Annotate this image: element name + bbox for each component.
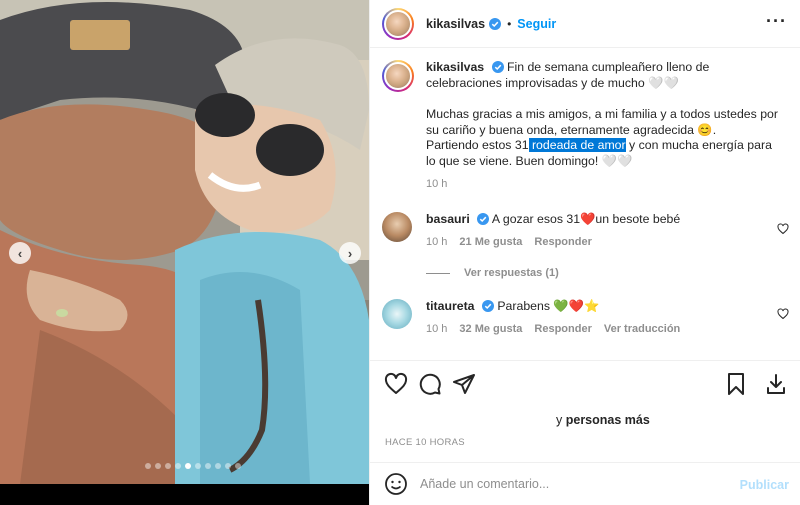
- caption-text: kikasilvas Fin de semana cumpleañero lle…: [426, 60, 781, 193]
- like-comment-heart-icon[interactable]: [777, 308, 789, 320]
- verified-badge-icon: [481, 300, 494, 312]
- comment-likes[interactable]: 21 Me gusta: [459, 235, 522, 251]
- carousel-dot: [205, 463, 211, 469]
- comment-username[interactable]: titaureta: [426, 299, 475, 313]
- comment-meta: 10 h 21 Me gusta Responder: [426, 235, 781, 251]
- carousel-dot: [185, 463, 191, 469]
- header-separator: •: [507, 16, 512, 31]
- commenter-avatar[interactable]: [382, 299, 412, 329]
- caption-line-2: Muchas gracias a mis amigos, a mi famili…: [426, 107, 778, 137]
- caption-block: kikasilvas Fin de semana cumpleañero lle…: [382, 60, 781, 193]
- chevron-left-icon: ‹: [17, 245, 23, 261]
- carousel-dot: [155, 463, 161, 469]
- comments-section: kikasilvas Fin de semana cumpleañero lle…: [370, 48, 800, 360]
- carousel-indicator: [145, 463, 241, 469]
- heart-emoji: ❤️: [580, 212, 596, 226]
- post-photo[interactable]: [0, 0, 369, 484]
- post-media: ‹ ›: [0, 0, 369, 505]
- hearts-star-emoji: 💚❤️⭐: [553, 299, 600, 313]
- post-actions: y personas más HACE 10 HORAS: [370, 360, 800, 460]
- carousel-prev-button[interactable]: ‹: [9, 242, 31, 264]
- view-replies-button[interactable]: Ver respuestas (1): [426, 267, 559, 279]
- post-timestamp: HACE 10 HORAS: [385, 437, 465, 448]
- caption-avatar[interactable]: [382, 60, 414, 92]
- comment-time: 10 h: [426, 322, 448, 335]
- comment-username[interactable]: basauri: [426, 212, 470, 226]
- post-header: kikasilvas • Seguir ···: [370, 0, 800, 48]
- instagram-post: ‹ › kikasilvas • Seguir ··· kikasilvas F…: [0, 0, 800, 505]
- author-avatar[interactable]: [382, 7, 414, 40]
- reply-button[interactable]: Responder: [534, 322, 591, 338]
- save-bookmark-icon[interactable]: [724, 372, 748, 396]
- comment-item: titaureta Parabens 💚❤️⭐ 10 h 32 Me gusta…: [382, 299, 781, 337]
- comment-text: titaureta Parabens 💚❤️⭐ 10 h 32 Me gusta…: [426, 299, 781, 337]
- more-options-icon[interactable]: ···: [766, 12, 787, 30]
- verified-badge-icon: [489, 17, 502, 30]
- carousel-dot: [195, 463, 201, 469]
- reply-button[interactable]: Responder: [534, 235, 591, 251]
- caption-meta: 10 h: [426, 177, 781, 193]
- share-paper-plane-icon[interactable]: [452, 372, 476, 396]
- carousel-dot: [225, 463, 231, 469]
- like-heart-icon[interactable]: [384, 372, 408, 396]
- carousel-dot: [145, 463, 151, 469]
- verified-badge-icon: [477, 213, 490, 225]
- emoji-picker-icon[interactable]: [384, 472, 408, 496]
- author-username[interactable]: kikasilvas: [426, 17, 485, 31]
- comment-input[interactable]: [420, 477, 720, 491]
- comment-bubble-icon[interactable]: [418, 372, 442, 396]
- caption-username[interactable]: kikasilvas: [426, 60, 484, 74]
- selected-text: rodeada de amor: [528, 138, 626, 152]
- carousel-dot: [165, 463, 171, 469]
- chevron-right-icon: ›: [347, 245, 353, 261]
- see-translation-button[interactable]: Ver traducción: [604, 322, 680, 338]
- comment-likes[interactable]: 32 Me gusta: [459, 322, 522, 338]
- carousel-dot: [175, 463, 181, 469]
- carousel-next-button[interactable]: ›: [339, 242, 361, 264]
- replies-divider: [426, 272, 450, 274]
- carousel-dot: [215, 463, 221, 469]
- caption-time: 10 h: [426, 178, 448, 190]
- commenter-avatar[interactable]: [382, 212, 412, 242]
- publish-button[interactable]: Publicar: [740, 478, 789, 492]
- comment-text: basauri A gozar esos 31❤️un besote bebé …: [426, 212, 781, 250]
- carousel-dot: [235, 463, 241, 469]
- comment-item: basauri A gozar esos 31❤️un besote bebé …: [382, 212, 781, 250]
- post-sidebar: kikasilvas • Seguir ··· kikasilvas Fin d…: [369, 0, 800, 505]
- caption-line-3: Partiendo estos 31 rodeada de amor y con…: [426, 138, 772, 168]
- verified-badge-icon: [491, 61, 504, 73]
- photo-illustration: [0, 0, 369, 484]
- follow-button[interactable]: Seguir: [517, 17, 556, 31]
- comment-meta: 10 h 32 Me gusta Responder Ver traducció…: [426, 322, 781, 338]
- download-icon[interactable]: [764, 372, 788, 396]
- likes-summary[interactable]: y personas más: [556, 413, 650, 427]
- like-comment-heart-icon[interactable]: [777, 223, 789, 235]
- comment-time: 10 h: [426, 235, 448, 248]
- add-comment-bar: Publicar: [370, 462, 800, 505]
